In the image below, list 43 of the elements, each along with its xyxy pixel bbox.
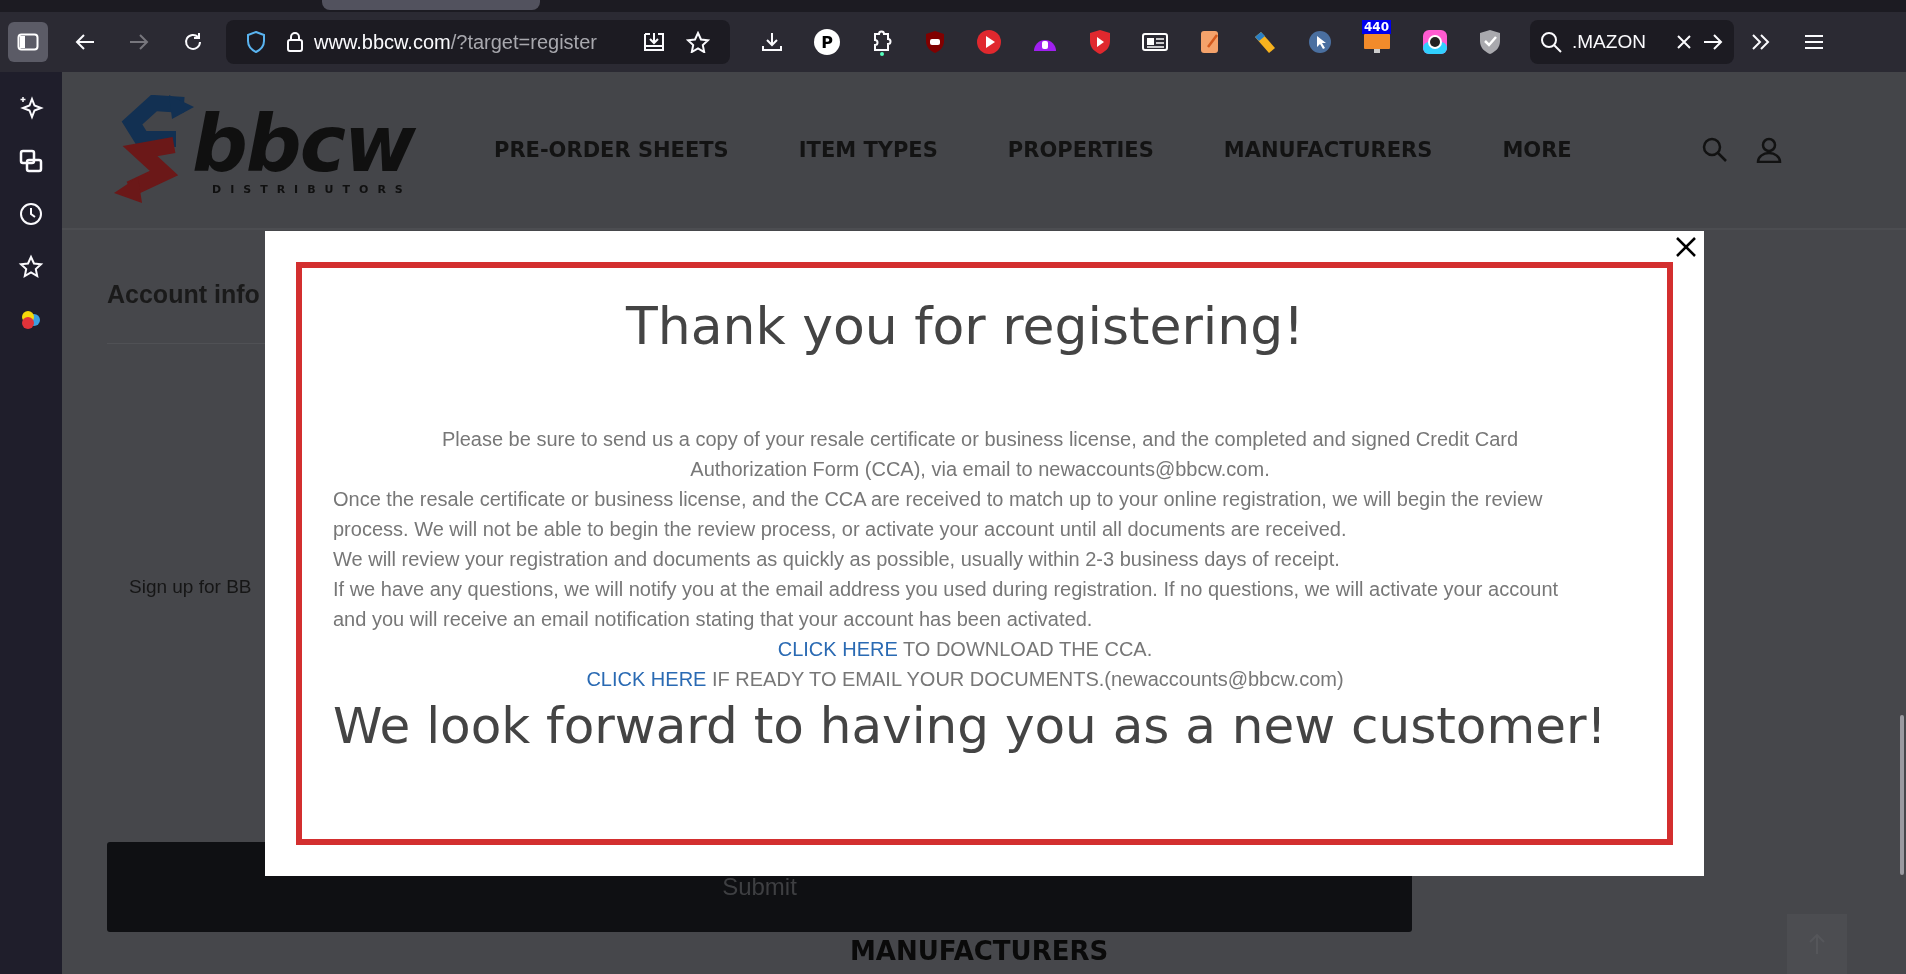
save-page-icon[interactable] (642, 31, 666, 53)
footer-heading: MANUFACTURERS (850, 936, 1109, 966)
synced-tabs-icon[interactable] (18, 148, 44, 174)
search-icon (1540, 31, 1562, 53)
search-field[interactable]: .MAZON (1530, 20, 1734, 64)
history-icon[interactable] (18, 201, 44, 227)
shield-icon[interactable] (924, 30, 946, 54)
address-bar[interactable]: www.bbcw.com/?target=register (226, 20, 730, 64)
forward-icon[interactable] (128, 33, 150, 51)
close-icon[interactable] (1674, 235, 1698, 259)
closing-message: We look forward to having you as a new customer! (333, 696, 1597, 757)
paragraph: Once the resale certificate or business license, and the CCA are received to match up to your online registration, we will begin the review process. We will not be able to begin the review process, or activate your account until all documents are received. (333, 487, 1544, 542)
color-ring-icon[interactable] (1422, 29, 1448, 55)
reload-icon[interactable] (182, 31, 204, 53)
paragraph: We will review your registration and documents as quickly as possible, usually within 2-3 business days of receipt. (333, 547, 1341, 572)
chevrons-icon[interactable] (1750, 33, 1772, 51)
cursor-icon[interactable] (1308, 30, 1332, 54)
url-text: www.bbcw.com/?target=register (314, 30, 598, 54)
click-here-link[interactable]: CLICK HERE (777, 638, 898, 660)
bookmark-star-icon[interactable] (686, 31, 710, 53)
go-arrow-icon[interactable] (1702, 33, 1724, 51)
star-icon[interactable] (18, 254, 44, 280)
lock-icon[interactable] (286, 31, 304, 53)
back-icon[interactable] (74, 33, 96, 51)
link-caption: IF READY TO EMAIL YOUR DOCUMENTS.(newaccounts@bbcw.com) (711, 668, 1344, 690)
download-icon[interactable] (760, 31, 784, 53)
menu-icon[interactable] (1804, 34, 1824, 50)
play-shield-icon[interactable] (1088, 29, 1112, 55)
extension-icon[interactable]: P (814, 29, 840, 55)
sparkle-icon[interactable] (18, 95, 44, 121)
link-caption: TO DOWNLOAD THE CCA. (901, 638, 1153, 660)
newspaper-icon[interactable] (1142, 32, 1168, 52)
intro-paragraph: Please be sure to send us a copy of your resale certificate or business license, and the completed and signed Credit Card Authorization Form (CCA), via email to newaccounts@bbcw.com. (440, 427, 1520, 482)
count-badge: 440 (1362, 20, 1392, 34)
pencil-icon[interactable] (1252, 29, 1278, 55)
scrollbar-thumb[interactable] (1900, 715, 1904, 875)
paragraph: If we have any questions, we will notify you at the email address you used during registration. If no questions, we will activate your account and you will receive an email notification stating that your account has been activated. (333, 577, 1560, 632)
play-icon[interactable] (976, 29, 1002, 55)
sidebar-toggle-icon[interactable] (8, 22, 48, 62)
shield-icon[interactable] (246, 31, 266, 53)
click-here-link[interactable]: CLICK HERE (586, 668, 707, 690)
modal-title: Thank you for registering! (624, 295, 1306, 358)
site-logo[interactable]: bbcw DISTRIBUTORS (114, 95, 494, 205)
